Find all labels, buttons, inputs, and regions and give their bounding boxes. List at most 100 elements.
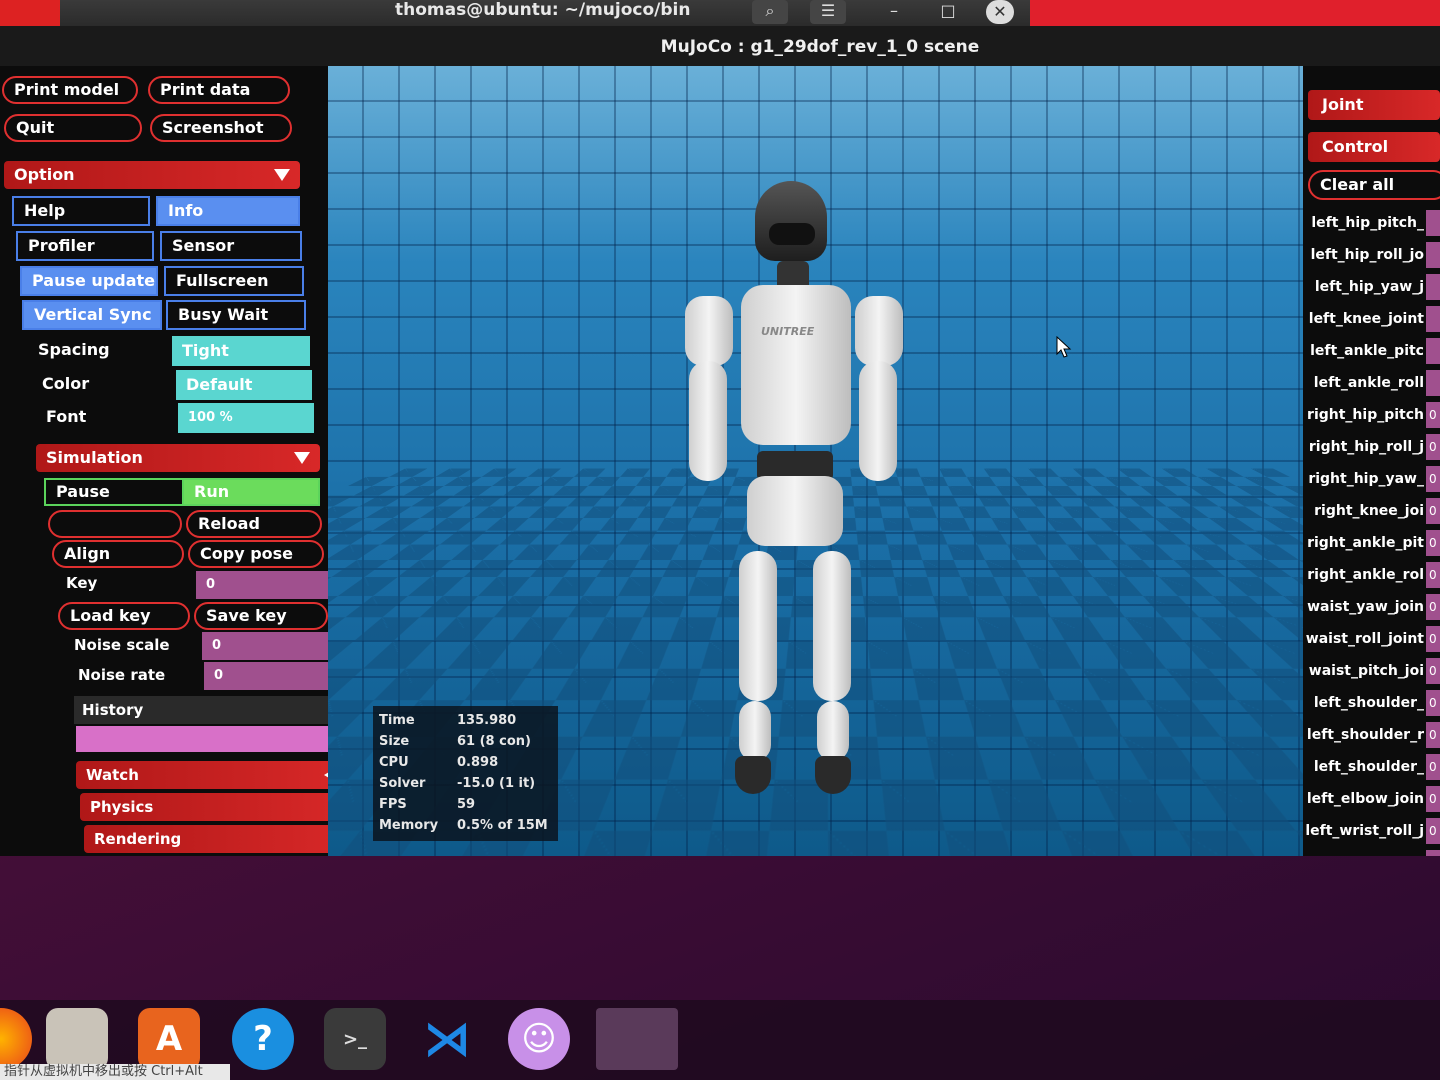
option-section-header[interactable]: Option: [4, 161, 300, 189]
joint-row[interactable]: left_shoulder_ 0: [1303, 688, 1440, 718]
minimize-icon[interactable]: –: [876, 0, 912, 24]
joint-row[interactable]: waist_roll_joint 0: [1303, 624, 1440, 654]
joint-slider[interactable]: 0: [1426, 850, 1440, 856]
firefox-icon[interactable]: [0, 1008, 32, 1070]
files-icon[interactable]: [46, 1008, 108, 1070]
joint-slider[interactable]: [1426, 306, 1440, 332]
noise-scale-slider[interactable]: 0: [202, 632, 328, 660]
joint-row[interactable]: right_ankle_pit 0: [1303, 528, 1440, 558]
joint-name-label: left_hip_yaw_j: [1315, 272, 1424, 302]
save-key-button[interactable]: Save key: [194, 602, 328, 630]
terminal-icon[interactable]: >_: [324, 1008, 386, 1070]
app-center-icon[interactable]: A: [138, 1008, 200, 1070]
menu-icon[interactable]: ☰: [810, 0, 846, 24]
joint-row[interactable]: left_ankle_pitc: [1303, 336, 1440, 366]
align-button[interactable]: Align: [52, 540, 184, 568]
font-radio[interactable]: 100 %: [178, 403, 314, 433]
joint-section-header[interactable]: Joint: [1308, 90, 1440, 120]
joint-slider[interactable]: 0: [1426, 466, 1440, 492]
joint-name-label: left_elbow_join: [1307, 784, 1424, 814]
joint-name-label: waist_yaw_join: [1307, 592, 1424, 622]
joint-slider[interactable]: 0: [1426, 402, 1440, 428]
joint-row[interactable]: right_hip_roll_j 0: [1303, 432, 1440, 462]
joint-slider[interactable]: [1426, 210, 1440, 236]
quit-button[interactable]: Quit: [4, 114, 142, 142]
joint-slider[interactable]: 0: [1426, 818, 1440, 844]
vscode-icon[interactable]: ⋊: [416, 1008, 478, 1070]
joint-row[interactable]: left_shoulder_r 0: [1303, 720, 1440, 750]
fullscreen-toggle[interactable]: Fullscreen: [164, 266, 304, 296]
joint-slider[interactable]: 0: [1426, 498, 1440, 524]
pause-update-toggle[interactable]: Pause update: [20, 266, 158, 296]
joint-slider[interactable]: 0: [1426, 626, 1440, 652]
joint-row[interactable]: left_hip_yaw_j: [1303, 272, 1440, 302]
print-data-button[interactable]: Print data: [148, 76, 290, 104]
joint-slider[interactable]: 0: [1426, 754, 1440, 780]
load-key-button[interactable]: Load key: [58, 602, 190, 630]
key-slider[interactable]: 0: [196, 571, 328, 599]
joint-row[interactable]: left_wrist_pitch0: [1303, 848, 1440, 856]
joint-row[interactable]: right_hip_yaw_ 0: [1303, 464, 1440, 494]
rendering-section-header[interactable]: Rendering: [84, 825, 328, 853]
color-radio[interactable]: Default: [176, 370, 312, 400]
joint-row[interactable]: left_elbow_join 0: [1303, 784, 1440, 814]
3d-viewport[interactable]: UNITREE Time 135.980 Size 61 (8 con) CPU 0.…: [328, 66, 1303, 856]
stat-row: CPU 0.898: [379, 752, 552, 773]
busy-wait-toggle[interactable]: Busy Wait: [166, 300, 306, 330]
profiler-toggle[interactable]: Profiler: [16, 231, 154, 261]
clear-all-button[interactable]: Clear all: [1308, 170, 1440, 200]
help-toggle[interactable]: Help: [12, 196, 150, 226]
joint-row[interactable]: left_knee_joint: [1303, 304, 1440, 334]
joint-row[interactable]: right_knee_joi 0: [1303, 496, 1440, 526]
maximize-icon[interactable]: □: [930, 0, 966, 24]
pause-radio[interactable]: Pause: [44, 478, 184, 506]
search-icon[interactable]: ⌕: [752, 0, 788, 24]
joint-slider[interactable]: 0: [1426, 722, 1440, 748]
reload-button[interactable]: Reload: [186, 510, 322, 538]
screenshot-button[interactable]: Screenshot: [150, 114, 292, 142]
print-model-button[interactable]: Print model: [2, 76, 138, 104]
stat-row: Size 61 (8 con): [379, 731, 552, 752]
joint-row[interactable]: left_shoulder_ 0: [1303, 752, 1440, 782]
sensor-toggle[interactable]: Sensor: [160, 231, 302, 261]
joint-slider[interactable]: 0: [1426, 786, 1440, 812]
watch-section-header[interactable]: Watch: [76, 761, 328, 789]
simulation-header-label: Simulation: [46, 448, 143, 467]
rendering-header-label: Rendering: [94, 830, 181, 848]
joint-slider[interactable]: 0: [1426, 658, 1440, 684]
vertical-sync-toggle[interactable]: Vertical Sync: [22, 300, 162, 330]
joint-row[interactable]: left_wrist_roll_j 0: [1303, 816, 1440, 846]
joint-slider[interactable]: 0: [1426, 434, 1440, 460]
blank-button[interactable]: [48, 510, 182, 538]
joint-slider[interactable]: [1426, 338, 1440, 364]
joint-slider[interactable]: [1426, 242, 1440, 268]
help-icon[interactable]: ?: [232, 1008, 294, 1070]
noise-rate-slider[interactable]: 0: [204, 662, 328, 690]
joint-slider[interactable]: 0: [1426, 530, 1440, 556]
joint-slider[interactable]: 0: [1426, 594, 1440, 620]
joint-row[interactable]: left_ankle_roll: [1303, 368, 1440, 398]
physics-section-header[interactable]: Physics: [80, 793, 328, 821]
joint-row[interactable]: waist_yaw_join 0: [1303, 592, 1440, 622]
joint-name-label: right_knee_joi: [1314, 496, 1424, 526]
control-section-header[interactable]: Control: [1308, 132, 1440, 162]
simulation-section-header[interactable]: Simulation: [36, 444, 320, 472]
cat-app-icon[interactable]: ☺: [508, 1008, 570, 1070]
joint-row[interactable]: left_hip_pitch_: [1303, 208, 1440, 238]
joint-row[interactable]: waist_pitch_joi 0: [1303, 656, 1440, 686]
joint-slider[interactable]: [1426, 370, 1440, 396]
close-icon[interactable]: ✕: [986, 0, 1014, 24]
joint-row[interactable]: left_hip_roll_jo: [1303, 240, 1440, 270]
copy-pose-button[interactable]: Copy pose: [188, 540, 324, 568]
history-slider[interactable]: [76, 726, 328, 752]
joint-slider[interactable]: 0: [1426, 690, 1440, 716]
blank-app-icon[interactable]: [596, 1008, 678, 1070]
spacing-radio[interactable]: Tight: [172, 336, 310, 366]
joint-row[interactable]: right_ankle_rol 0: [1303, 560, 1440, 590]
mujoco-window: MuJoCo : g1_29dof_rev_1_0 scene Print mo…: [0, 26, 1440, 856]
run-radio[interactable]: Run: [182, 478, 320, 506]
info-toggle[interactable]: Info: [156, 196, 300, 226]
joint-slider[interactable]: [1426, 274, 1440, 300]
joint-slider[interactable]: 0: [1426, 562, 1440, 588]
joint-row[interactable]: right_hip_pitch 0: [1303, 400, 1440, 430]
